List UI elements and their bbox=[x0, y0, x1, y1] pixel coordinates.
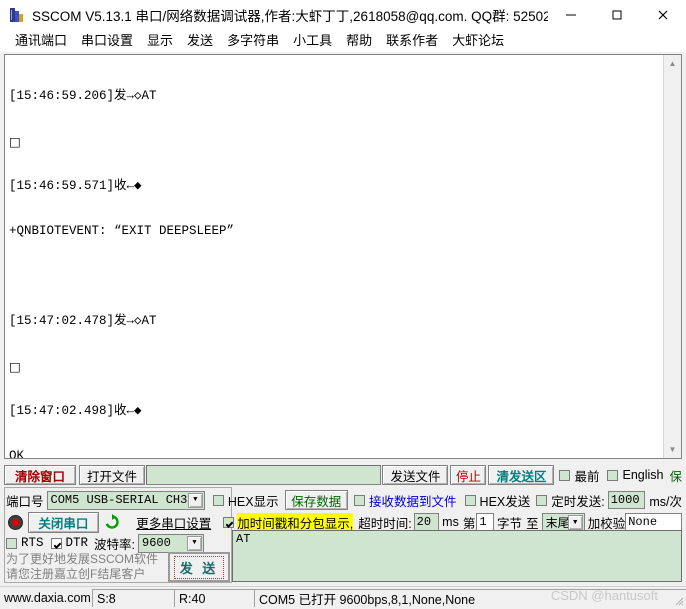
promo-line-1: 为了更好地发展SSCOM软件 bbox=[6, 552, 159, 566]
byte-index-input[interactable]: 1 bbox=[476, 513, 495, 531]
byte-label: 字节 bbox=[497, 516, 523, 531]
watermark: CSDN @hantusoft bbox=[550, 588, 658, 603]
to-label: 至 bbox=[526, 516, 539, 531]
clear-send-area-button[interactable]: 清发送区 bbox=[488, 465, 555, 485]
close-button[interactable] bbox=[640, 0, 686, 30]
sscom-window: SSCOM V5.13.1 串口/网络数据调试器,作者:大虾丁丁,2618058… bbox=[0, 0, 686, 609]
terminal-line: □ bbox=[9, 134, 21, 149]
baud-select[interactable]: 9600 ▼ bbox=[138, 533, 205, 553]
menu-item-comm-port[interactable]: 通讯端口 bbox=[8, 30, 74, 52]
minimize-button[interactable] bbox=[548, 0, 594, 30]
recv-to-file-checkbox[interactable] bbox=[354, 494, 366, 506]
port-status-led-icon bbox=[8, 514, 23, 530]
checksum-label: 加校验 bbox=[587, 516, 626, 531]
scroll-up-icon[interactable]: ▲ bbox=[664, 55, 681, 72]
timed-send-label: 定时发送: bbox=[551, 494, 605, 509]
window-title: SSCOM V5.13.1 串口/网络数据调试器,作者:大虾丁丁,2618058… bbox=[32, 9, 548, 24]
menu-item-help[interactable]: 帮助 bbox=[339, 30, 379, 52]
send-interval-input[interactable]: 1000 bbox=[607, 491, 646, 509]
timeout-unit-label: ms bbox=[442, 515, 459, 529]
app-icon bbox=[8, 6, 26, 24]
file-path-input[interactable] bbox=[146, 465, 382, 485]
timeout-input[interactable]: 20 bbox=[413, 513, 440, 531]
timed-send-checkbox[interactable] bbox=[536, 494, 548, 506]
dtr-label: DTR bbox=[65, 536, 89, 550]
status-received-bytes: R:40 bbox=[174, 589, 254, 607]
baud-select-value: 9600 bbox=[142, 536, 171, 550]
flow-control-row: RTS DTR 波特率: 9600 ▼ bbox=[6, 533, 232, 553]
baud-label: 波特率: bbox=[94, 537, 136, 552]
interval-unit-label: ms/次 bbox=[649, 494, 683, 509]
registration-promo: 为了更好地发展SSCOM软件 请您注册嘉立创F结尾客户 bbox=[6, 552, 164, 584]
send-button-label: 发 送 bbox=[173, 555, 225, 579]
receive-scrollbar[interactable]: ▲ ▼ bbox=[663, 55, 681, 458]
byte-prefix-label: 第 bbox=[462, 516, 476, 531]
rts-label: RTS bbox=[21, 536, 44, 550]
timestamp-display-checkbox[interactable] bbox=[223, 516, 235, 528]
save-window-button[interactable]: 保 bbox=[669, 466, 682, 485]
to-select-value: 末尾 bbox=[545, 515, 570, 530]
promo-line-2: 请您注册嘉立创F结尾客户 bbox=[6, 567, 146, 581]
status-sent-bytes: S:8 bbox=[92, 589, 174, 607]
terminal-line: +QNBIOTEVENT: “EXIT DEEPSLEEP” bbox=[9, 224, 235, 238]
terminal-line: [15:47:02.498]收←◆ bbox=[9, 404, 142, 418]
english-checkbox[interactable] bbox=[607, 469, 619, 481]
menu-item-tools[interactable]: 小工具 bbox=[286, 30, 339, 52]
terminal-line: [15:46:59.571]收←◆ bbox=[9, 179, 142, 193]
terminal-line: OK bbox=[9, 449, 25, 458]
chevron-down-icon[interactable]: ▼ bbox=[567, 514, 583, 530]
checksum-input[interactable]: None bbox=[625, 513, 682, 531]
refresh-icon[interactable] bbox=[103, 514, 123, 530]
menu-item-serial-settings[interactable]: 串口设置 bbox=[74, 30, 140, 52]
topmost-label: 最前 bbox=[574, 469, 600, 484]
dtr-checkbox[interactable] bbox=[50, 537, 62, 549]
port-select-value: COM5 USB-SERIAL CH340 bbox=[50, 493, 202, 507]
menu-bar: 通讯端口 串口设置 显示 发送 多字符串 小工具 帮助 联系作者 大虾论坛 bbox=[0, 30, 686, 52]
timeout-label: 超时时间: bbox=[358, 516, 412, 531]
resize-grip[interactable] bbox=[672, 594, 684, 606]
send-input[interactable]: AT bbox=[232, 530, 682, 582]
menu-item-send[interactable]: 发送 bbox=[180, 30, 220, 52]
to-select[interactable]: 末尾 ▼ bbox=[541, 512, 585, 532]
terminal-line: □ bbox=[9, 359, 21, 374]
topmost-checkbox[interactable] bbox=[559, 469, 571, 481]
clear-window-button[interactable]: 清除窗口 bbox=[4, 465, 76, 485]
status-site[interactable]: www.daxia.com bbox=[0, 589, 92, 607]
stop-button[interactable]: 停止 bbox=[450, 465, 487, 485]
timestamp-display-label: 加时间戳和分包显示, bbox=[237, 512, 354, 532]
menu-item-display[interactable]: 显示 bbox=[140, 30, 180, 52]
menu-item-contact-author[interactable]: 联系作者 bbox=[379, 30, 445, 52]
scroll-down-icon[interactable]: ▼ bbox=[664, 441, 681, 458]
chevron-down-icon[interactable]: ▼ bbox=[187, 492, 203, 508]
port-label: 端口号 bbox=[6, 494, 44, 509]
hex-display-checkbox[interactable] bbox=[212, 494, 224, 506]
port-select[interactable]: COM5 USB-SERIAL CH340 ▼ bbox=[46, 490, 205, 510]
hex-display-label: HEX显示 bbox=[227, 494, 279, 509]
window-controls bbox=[548, 0, 686, 30]
maximize-button[interactable] bbox=[594, 0, 640, 30]
more-serial-settings-button[interactable]: 更多串口设置 bbox=[136, 513, 211, 532]
recv-to-file-label: 接收数据到文件 bbox=[369, 494, 457, 509]
file-toolbar: 清除窗口 打开文件 发送文件 停止 清发送区 最前 English 保 bbox=[4, 464, 682, 486]
english-label: English bbox=[622, 468, 664, 482]
receive-area: [15:46:59.206]发→◇AT □ [15:46:59.571]收←◆ … bbox=[4, 54, 682, 459]
hex-send-label: HEX发送 bbox=[479, 494, 531, 509]
rts-checkbox[interactable] bbox=[6, 537, 17, 549]
port-and-recv-row: 端口号 COM5 USB-SERIAL CH340 ▼ HEX显示 保存数据 接… bbox=[4, 489, 682, 511]
hex-send-checkbox[interactable] bbox=[464, 494, 476, 506]
close-port-button[interactable]: 关闭串口 bbox=[28, 511, 99, 533]
send-file-button[interactable]: 发送文件 bbox=[382, 465, 449, 485]
terminal-line: [15:47:02.478]发→◇AT bbox=[9, 314, 157, 328]
terminal-line: [15:46:59.206]发→◇AT bbox=[9, 89, 157, 103]
menu-item-forum[interactable]: 大虾论坛 bbox=[445, 30, 511, 52]
open-file-button[interactable]: 打开文件 bbox=[79, 465, 145, 485]
receive-text[interactable]: [15:46:59.206]发→◇AT □ [15:46:59.571]收←◆ … bbox=[5, 55, 663, 458]
menu-item-multi-string[interactable]: 多字符串 bbox=[220, 30, 286, 52]
save-data-button[interactable]: 保存数据 bbox=[284, 490, 349, 510]
chevron-down-icon[interactable]: ▼ bbox=[187, 535, 203, 551]
title-bar: SSCOM V5.13.1 串口/网络数据调试器,作者:大虾丁丁,2618058… bbox=[0, 0, 686, 31]
send-button[interactable]: 发 送 bbox=[168, 552, 230, 582]
